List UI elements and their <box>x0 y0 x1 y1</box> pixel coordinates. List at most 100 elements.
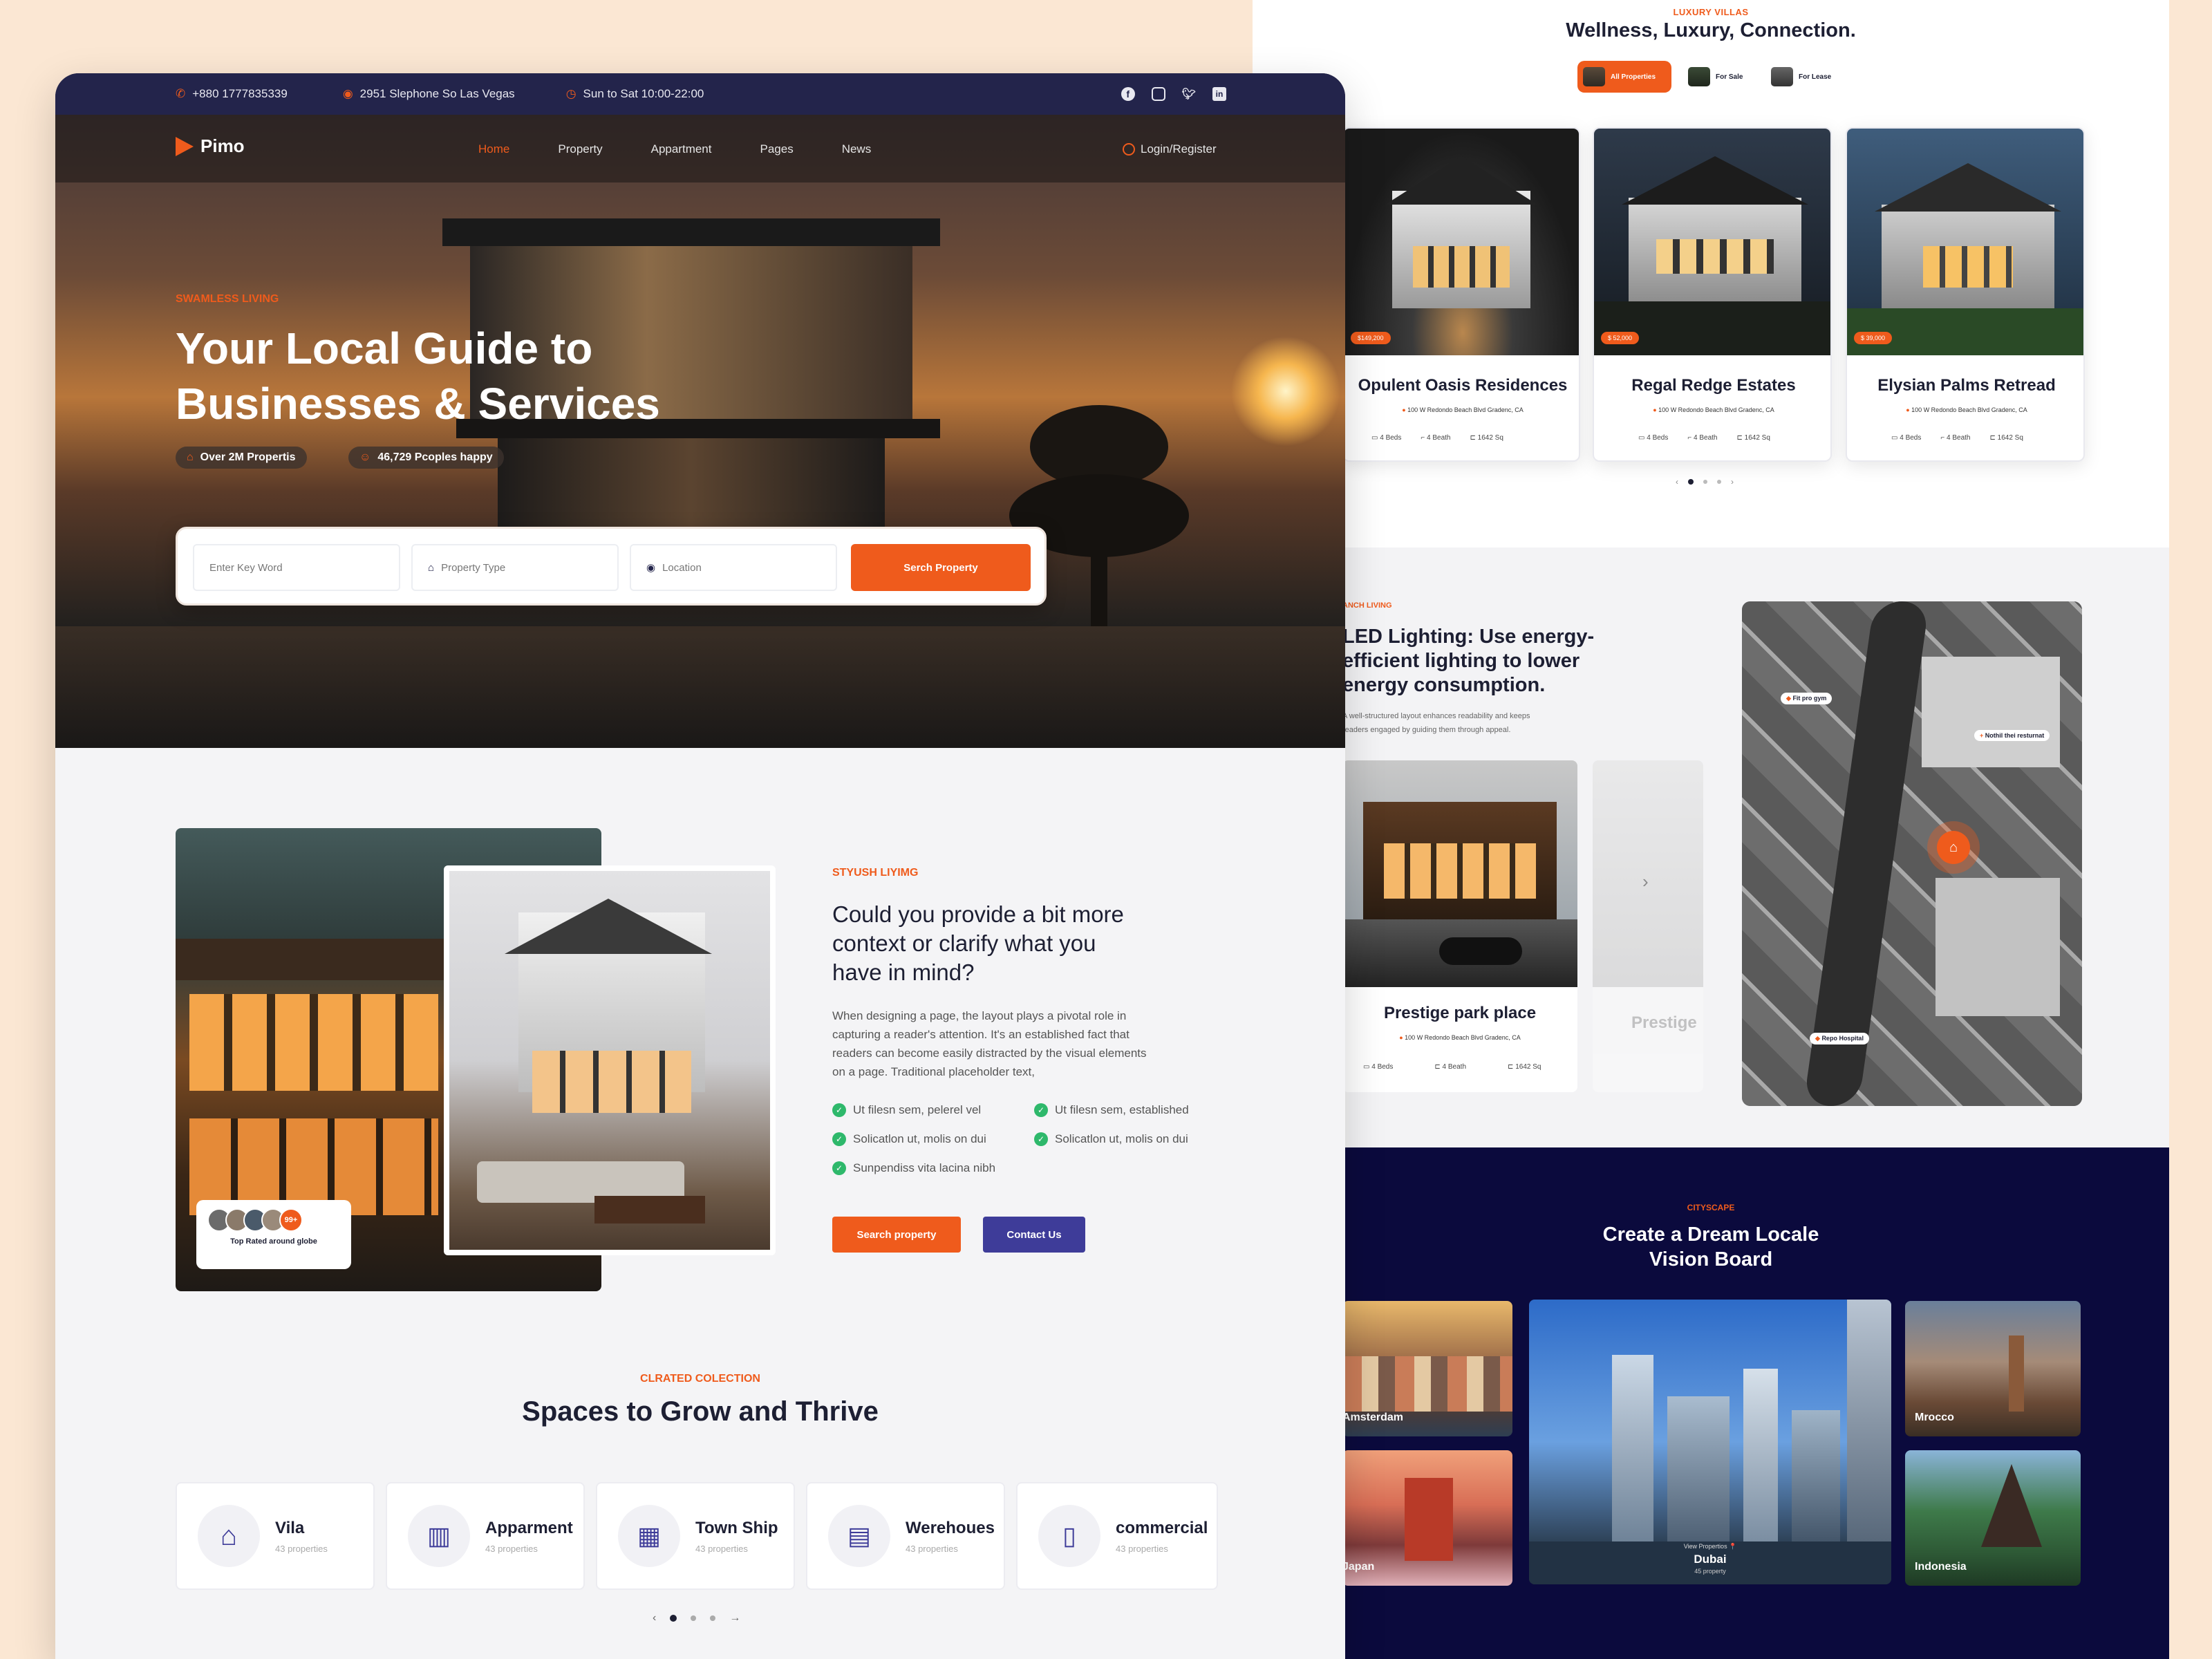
map-pin-label[interactable]: ◆ Repo Hospital <box>1810 1033 1869 1044</box>
category-card[interactable]: ▦ Town Ship 43 properties <box>596 1482 795 1590</box>
city-card-indonesia[interactable]: Indonesia <box>1905 1450 2081 1586</box>
tab-for-sale[interactable]: For Sale <box>1685 61 1761 93</box>
search-property-button[interactable]: Serch Property <box>851 544 1031 591</box>
home-thumb-icon <box>1688 67 1710 86</box>
luxury-carousel-nav: ‹ › <box>1676 477 1734 487</box>
carousel-dot[interactable] <box>1688 479 1694 485</box>
map-pin-label[interactable]: + Nothil thei resturnat <box>1974 730 2050 741</box>
facebook-icon[interactable]: f <box>1121 87 1135 101</box>
location-pin-icon: ◆ <box>1786 695 1791 702</box>
instagram-icon[interactable] <box>1151 87 1165 101</box>
check-circle-icon: ✓ <box>1034 1103 1048 1117</box>
right-page: LUXURY VILLAS Wellness, Luxury, Connecti… <box>1253 0 2169 1659</box>
login-register[interactable]: Login/Register <box>1123 142 1217 156</box>
bath-icon: ⌐ <box>1687 434 1692 442</box>
nav-item-home[interactable]: Home <box>478 142 509 156</box>
led-title: LED Lighting: Use energy- efficient ligh… <box>1342 626 1595 696</box>
warehouse-icon: ▤ <box>828 1505 890 1567</box>
phone-icon: ✆ <box>176 87 186 100</box>
villa-icon: ⌂ <box>198 1505 260 1567</box>
nav-item-pages[interactable]: Pages <box>760 142 794 156</box>
collection-carousel-nav: ‹ → <box>653 1612 740 1624</box>
city-card-japan[interactable]: Japan <box>1342 1450 1512 1586</box>
category-card[interactable]: ▥ Apparment 43 properties <box>386 1482 585 1590</box>
property-card[interactable]: $ 52,000 Regal Redge Estates ● 100 W Red… <box>1593 127 1832 462</box>
check-circle-icon: ✓ <box>832 1103 846 1117</box>
property-card-ghost[interactable]: › Prestige <box>1593 760 1703 1092</box>
carousel-dot[interactable] <box>710 1615 716 1621</box>
property-photo <box>1344 129 1579 355</box>
collection-title: Spaces to Grow and Thrive <box>522 1396 879 1427</box>
next-arrow-icon[interactable]: › <box>1642 871 1649 892</box>
top-bar: ✆ +880 1777835339 ◉ 2951 Slephone So Las… <box>55 73 1345 115</box>
property-photo <box>1594 129 1830 355</box>
property-photo <box>1847 129 2083 355</box>
category-card[interactable]: ▯ commercial 43 properties <box>1016 1482 1218 1590</box>
check-item: ✓ Sunpendiss vita lacina nibh <box>832 1161 995 1175</box>
property-type-select[interactable]: ⌂ Property Type <box>411 544 619 591</box>
tab-all-properties[interactable]: All Properties <box>1577 61 1671 93</box>
home-icon: ⌂ <box>428 561 435 574</box>
area-icon: ⊏ <box>1470 434 1476 442</box>
bed-icon: ▭ <box>1638 434 1645 442</box>
linkedin-icon[interactable]: in <box>1212 87 1226 101</box>
prev-arrow-icon[interactable]: ‹ <box>653 1612 656 1624</box>
nav-item-property[interactable]: Property <box>558 142 602 156</box>
prev-arrow-icon[interactable]: ‹ <box>1676 477 1678 487</box>
cityscape-eyebrow: CITYSCAPE <box>1687 1203 1735 1212</box>
search-bar: Enter Key Word ⌂ Property Type ◉ Location … <box>176 527 1047 606</box>
home-icon: ⌂ <box>1949 839 1958 855</box>
city-card-dubai[interactable]: View Propertios 📍 Dubai 45 property <box>1529 1300 1891 1584</box>
search-property-cta[interactable]: Search property <box>832 1217 961 1253</box>
property-card[interactable]: $149,200 Opulent Oasis Residences ● 100 … <box>1342 127 1580 462</box>
phone-number[interactable]: +880 1777835339 <box>192 87 288 101</box>
carousel-dot[interactable] <box>1703 480 1707 484</box>
map-pin-label[interactable]: ◆ Fit pro gym <box>1781 693 1833 704</box>
tab-for-lease[interactable]: For Lease <box>1768 61 1844 93</box>
cityscape-title: Create a Dream Locale Vision Board <box>1602 1224 1819 1271</box>
hero-stat-happy: ☺ 46,729 Pcoples happy <box>348 447 504 469</box>
pool-reflection <box>55 626 1345 748</box>
carousel-dot[interactable] <box>670 1615 677 1622</box>
price-badge: $ 52,000 <box>1601 332 1640 344</box>
logo[interactable]: Pimo <box>176 135 245 157</box>
next-arrow-icon[interactable]: → <box>729 1612 740 1624</box>
hours-text: Sun to Sat 10:00-22:00 <box>583 87 704 100</box>
location-pin-icon: ● <box>1402 406 1406 413</box>
nav-item-appartment[interactable]: Appartment <box>651 142 712 156</box>
area-icon: ⊏ <box>1989 434 1996 442</box>
check-circle-icon: ✓ <box>1034 1132 1048 1146</box>
main-nav: Pimo Home Property Appartment Pages News… <box>55 115 1345 182</box>
smile-icon: ☺ <box>359 451 371 463</box>
bath-icon: ⊏ <box>1434 1063 1441 1071</box>
home-pin[interactable]: ⌂ <box>1937 831 1970 864</box>
carousel-dot[interactable] <box>691 1615 697 1621</box>
next-arrow-icon[interactable]: › <box>1731 477 1734 487</box>
bath-icon: ⌐ <box>1421 434 1425 442</box>
location-pin-icon: ◆ <box>1815 1035 1820 1042</box>
city-card-morocco[interactable]: Mrocco <box>1905 1301 2081 1436</box>
logo-icon <box>176 136 194 156</box>
nav-item-news[interactable]: News <box>842 142 872 156</box>
twitter-icon[interactable]: 🐦︎ <box>1182 87 1196 101</box>
property-card[interactable]: $ 39,000 Elysian Palms Retread ● 100 W R… <box>1846 127 2085 462</box>
location-pin-icon: ● <box>1653 406 1657 413</box>
area-icon: ⊏ <box>1508 1063 1514 1071</box>
avatar-stack: 99+ <box>207 1208 340 1232</box>
collection-eyebrow: CLRATED COLECTION <box>640 1373 760 1385</box>
keyword-input[interactable]: Enter Key Word <box>193 544 400 591</box>
home-thumb-icon <box>1771 67 1793 86</box>
category-card[interactable]: ⌂ Vila 43 properties <box>176 1482 375 1590</box>
city-card-amsterdam[interactable]: Amsterdam <box>1342 1301 1512 1436</box>
property-card[interactable]: Prestige park place ● 100 W Redondo Beac… <box>1342 760 1577 1092</box>
led-body: A well-structured layout enhances readab… <box>1342 712 1530 734</box>
contact-us-button[interactable]: Contact Us <box>983 1217 1085 1253</box>
location-input[interactable]: ◉ Location <box>630 544 837 591</box>
location-pin-icon: + <box>1980 732 1984 739</box>
map[interactable]: ⌂ ◆ Fit pro gym + Nothil thei resturnat … <box>1742 601 2082 1106</box>
category-card[interactable]: ▤ Werehoues 43 properties <box>806 1482 1005 1590</box>
nav-links: Home Property Appartment Pages News <box>478 142 871 156</box>
avatar-count: 99+ <box>279 1208 303 1232</box>
carousel-dot[interactable] <box>1717 480 1721 484</box>
led-section: ANCH LIVING LED Lighting: Use energy- ef… <box>1253 547 2169 1147</box>
